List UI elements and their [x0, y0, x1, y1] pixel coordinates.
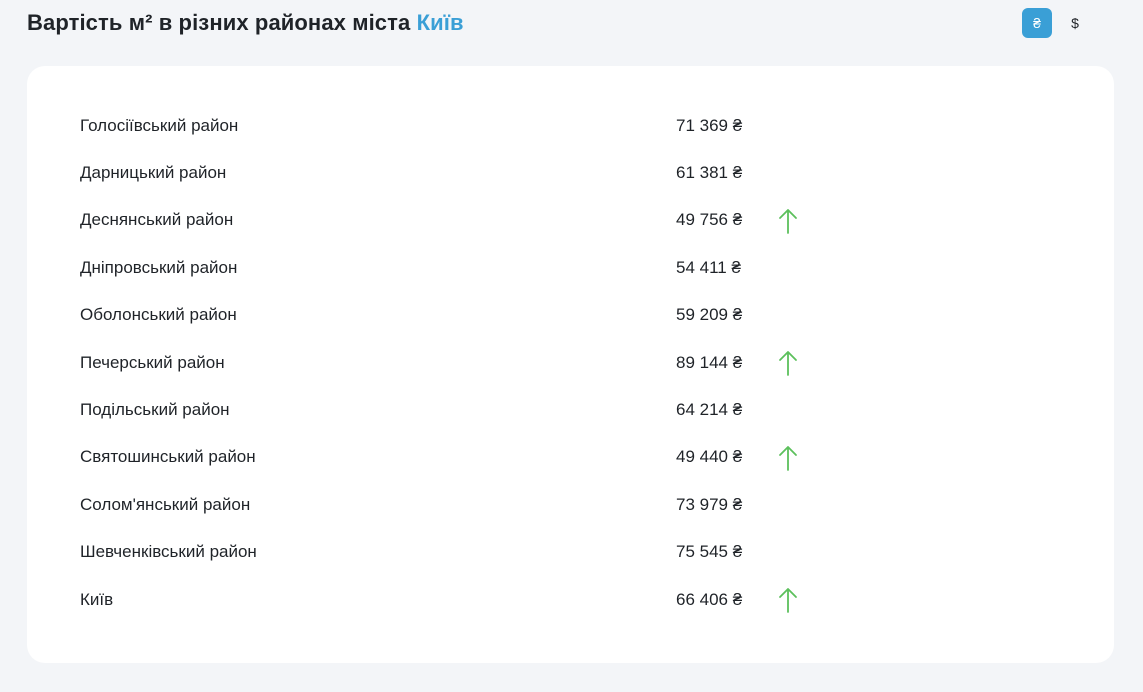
district-price: 61 381 ₴	[676, 163, 743, 183]
district-name: Оболонський район	[80, 305, 237, 325]
district-row: Деснянський район 49 756 ₴	[80, 197, 1080, 244]
district-row: Печерський район 89 144 ₴	[80, 339, 1080, 386]
district-price: 64 214 ₴	[676, 400, 743, 420]
arrow-up-icon	[779, 445, 797, 471]
district-row: Дарницький район 61 381 ₴	[80, 149, 1080, 196]
district-price: 54 411 ₴	[676, 257, 741, 277]
district-price: 49 756 ₴	[676, 210, 743, 230]
district-row: Шевченківський район 75 545 ₴	[80, 529, 1080, 576]
arrow-up-icon	[779, 208, 797, 234]
district-name: Голосіївський район	[80, 115, 239, 135]
district-price: 89 144 ₴	[676, 352, 743, 372]
district-row: Дніпровський район 54 411 ₴	[80, 244, 1080, 291]
district-list: Голосіївський район 71 369 ₴ Дарницький ра…	[80, 102, 1080, 623]
arrow-up-icon	[779, 351, 797, 376]
district-name: Подільський район	[80, 400, 230, 420]
currency-switch: ₴ $	[1022, 8, 1090, 38]
district-row: Голосіївський район 71 369 ₴	[80, 102, 1080, 149]
page-header: Вартість м² в різних районах міста Київ …	[27, 8, 1117, 40]
district-name: Деснянський район	[80, 210, 234, 230]
district-name: Дарницький район	[80, 163, 227, 183]
district-price: 59 209 ₴	[676, 305, 743, 325]
title-prefix: Вартість м² в різних районах міста	[27, 10, 417, 35]
district-price: 49 440 ₴	[676, 447, 743, 467]
currency-uah-button[interactable]: ₴	[1022, 8, 1052, 38]
district-name: Печерський район	[80, 352, 225, 372]
district-price: 66 406 ₴	[676, 589, 743, 609]
district-row: Солом'янський район 73 979 ₴	[80, 481, 1080, 528]
page-title: Вартість м² в різних районах міста Київ	[27, 10, 464, 36]
district-row: Подільський район 64 214 ₴	[80, 386, 1080, 433]
district-row: Київ 66 406 ₴	[80, 576, 1080, 623]
district-name: Солом'янський район	[80, 494, 251, 514]
arrow-up-icon	[779, 588, 797, 613]
district-prices-card: Голосіївський район 71 369 ₴ Дарницький ра…	[27, 66, 1114, 663]
district-price: 73 979 ₴	[676, 494, 743, 514]
district-price: 75 545 ₴	[676, 542, 743, 562]
district-row: Оболонський район 59 209 ₴	[80, 292, 1080, 339]
district-name: Київ	[80, 589, 114, 609]
currency-usd-button[interactable]: $	[1060, 8, 1090, 38]
title-city: Київ	[416, 10, 464, 35]
district-name: Шевченківський район	[80, 542, 257, 562]
district-price: 71 369 ₴	[676, 115, 743, 135]
district-row: Святошинський район 49 440 ₴	[80, 434, 1080, 481]
district-name: Святошинський район	[80, 447, 256, 467]
district-name: Дніпровський район	[80, 257, 238, 277]
